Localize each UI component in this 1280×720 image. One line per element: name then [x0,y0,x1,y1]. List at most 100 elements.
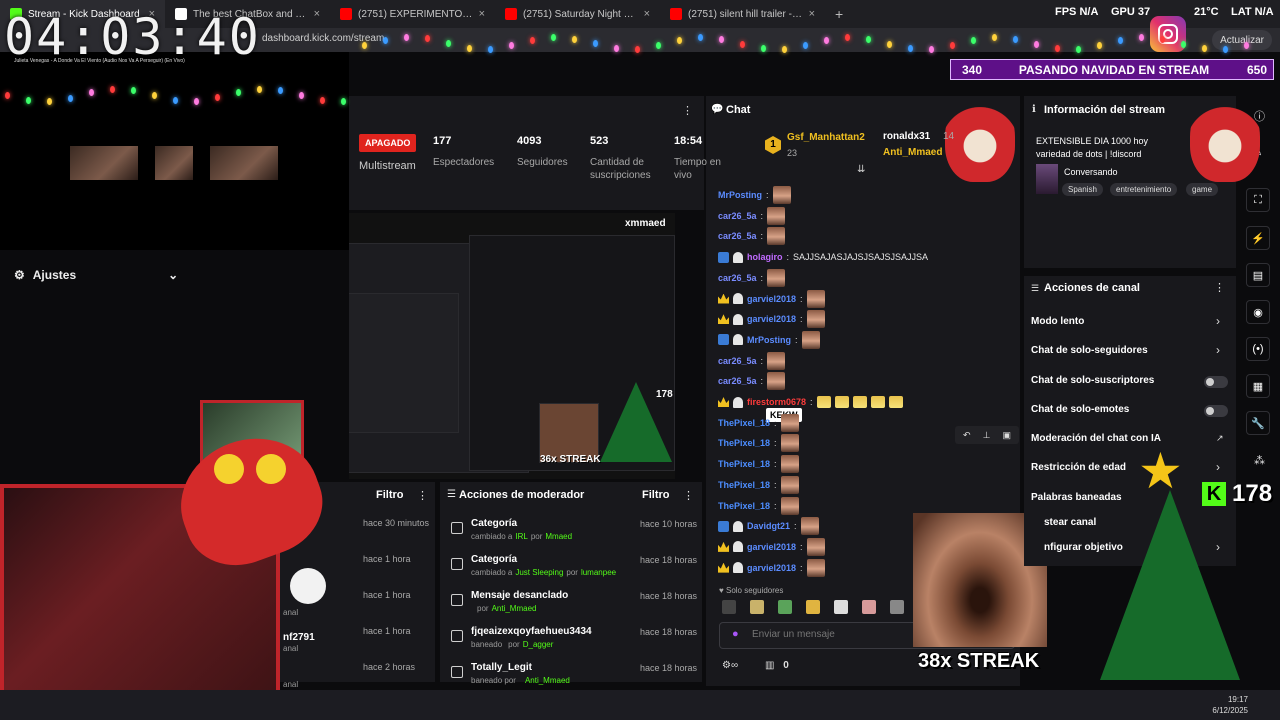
chat-username[interactable]: car26_5a [718,376,757,386]
chat-username[interactable]: garviel2018 [747,294,796,304]
update-button[interactable]: Actualizar [1212,30,1272,50]
chat-message[interactable]: ThePixel_18: [718,413,799,433]
emote[interactable] [890,600,904,614]
chat-message[interactable]: car26_5a: [718,268,786,288]
emote[interactable] [722,600,736,614]
more-options-icon[interactable]: ⋮ [417,489,428,502]
mod-filter-button[interactable]: Filtro [642,489,670,501]
external-link-icon[interactable]: ↗ [1216,433,1224,444]
tab-item[interactable]: (2751) silent hill trailer - YouTube × [660,0,825,28]
toggle-switch[interactable] [1204,376,1228,388]
emote[interactable] [750,600,764,614]
document-icon[interactable]: ▤ [1246,263,1270,287]
chat-message[interactable]: car26_5a: [718,371,786,391]
chat-message[interactable]: garviel2018: [718,558,825,578]
delete-icon[interactable]: ▣ [1002,430,1011,441]
expand-icon[interactable]: ⇊ [857,164,865,175]
action-target[interactable]: IRL [515,532,527,541]
chat-username[interactable]: holagiro [747,252,783,262]
more-options-icon[interactable]: ⋮ [1214,281,1225,294]
channel-action[interactable]: Chat de solo-emotes [1031,404,1129,415]
chat-username[interactable]: ThePixel_18 [718,501,770,511]
chat-message[interactable]: car26_5a: [718,226,786,246]
chat-message[interactable]: Davidgt21: [718,516,819,536]
emote[interactable] [862,600,876,614]
action-user[interactable]: Anti_Mmaed [492,604,537,613]
chat-message[interactable]: garviel2018: [718,537,825,557]
gifter-name[interactable]: Gsf_Manhattan2 [787,132,865,143]
chat-username[interactable]: firestorm0678 [747,397,806,407]
more-options-icon[interactable]: ⋮ [682,104,693,117]
channel-action[interactable]: Restricción de edad [1031,462,1126,473]
chat-username[interactable]: car26_5a [718,231,757,241]
toggle-switch[interactable] [1204,405,1228,417]
channel-action[interactable]: nfigurar objetivo [1044,542,1123,553]
chat-message[interactable]: ThePixel_18: [718,496,799,516]
emote[interactable] [834,600,848,614]
stream-tag[interactable]: Spanish [1062,183,1103,196]
close-icon[interactable]: × [644,8,650,20]
close-icon[interactable]: × [479,8,485,20]
action-user[interactable]: D_agger [523,640,554,649]
chat-username[interactable]: garviel2018 [747,563,796,573]
chevron-right-icon[interactable]: › [1216,460,1220,474]
points-display[interactable]: ▥ 0 [765,660,789,671]
action-target[interactable]: Just Sleeping [515,568,563,577]
more-options-icon[interactable]: ⋮ [683,489,694,502]
settings-icon[interactable]: ⚙∞ [722,660,738,671]
category-name[interactable]: Conversando [1064,167,1118,177]
multistream-label[interactable]: Multistream [359,160,416,173]
layout-icon[interactable]: ▦ [1246,374,1270,398]
chat-message[interactable]: ThePixel_18: [718,454,799,474]
close-icon[interactable]: × [809,8,815,20]
gifter-name[interactable]: ronaldx31 [883,131,930,142]
chat-username[interactable]: car26_5a [718,273,757,283]
chat-username[interactable]: car26_5a [718,356,757,366]
chat-icon[interactable]: ◉ [1246,300,1270,324]
chat-username[interactable]: ThePixel_18 [718,438,770,448]
channel-action[interactable]: stear canal [1044,517,1096,528]
wrench-icon[interactable]: 🔧 [1246,411,1270,435]
stream-tag[interactable]: entretenimiento [1110,183,1178,196]
new-tab-button[interactable]: + [825,6,853,22]
chat-username[interactable]: ThePixel_18 [718,480,770,490]
action-user[interactable]: Mmaed [545,532,572,541]
channel-action[interactable]: Modo lento [1031,316,1084,327]
tab-item[interactable]: (2751) Saturday Night Duck - YouTub × [495,0,660,28]
chat-username[interactable]: MrPosting [718,190,762,200]
microphone-icon[interactable]: ● [732,628,739,640]
chat-message[interactable]: holagiro: SAJJSAJASJAJSJSAJSJSAJJSA [718,247,928,267]
expand-icon[interactable]: ⛶ [1246,188,1270,212]
video-thumbnail[interactable] [70,146,138,180]
reply-icon[interactable]: ↶ [963,430,971,441]
chevron-right-icon[interactable]: › [1216,343,1220,357]
chevron-right-icon[interactable]: › [1216,540,1220,554]
chat-username[interactable]: ThePixel_18 [718,418,770,428]
pin-icon[interactable]: ⊥ [983,430,991,441]
filter-button[interactable]: Filtro [376,489,404,501]
chat-message[interactable]: garviel2018: [718,289,825,309]
chat-username[interactable]: MrPosting [747,335,791,345]
chat-message[interactable]: car26_5a: [718,206,786,226]
emote[interactable] [778,600,792,614]
emote[interactable] [806,600,820,614]
chat-username[interactable]: garviel2018 [747,314,796,324]
broadcast-icon[interactable]: (•) [1246,337,1270,361]
chat-message[interactable]: MrPosting: [718,185,791,205]
sidebar-item-settings[interactable]: ⚙ Ajustes ⌄ [14,268,178,282]
chat-message[interactable]: ThePixel_18: [718,433,799,453]
chat-username[interactable]: Davidgt21 [747,521,790,531]
tab-item[interactable]: (2751) EXPERIMENTOS DE CIENCIA d × [330,0,495,28]
chat-message[interactable]: MrPosting: [718,330,820,350]
action-user[interactable]: Anti_Mmaed [525,676,570,685]
network-icon[interactable]: ⁂ [1254,454,1265,467]
stream-tag[interactable]: game [1186,183,1219,196]
channel-action[interactable]: Chat de solo-seguidores [1031,345,1148,356]
lightning-icon[interactable]: ⚡ [1246,226,1270,250]
chat-username[interactable]: garviel2018 [747,542,796,552]
chat-message[interactable]: car26_5a: [718,351,786,371]
video-thumbnail[interactable] [210,146,278,180]
gifter-name[interactable]: Anti_Mmaed [883,147,942,158]
chat-username[interactable]: ThePixel_18 [718,459,770,469]
chat-message[interactable]: garviel2018: [718,309,825,329]
